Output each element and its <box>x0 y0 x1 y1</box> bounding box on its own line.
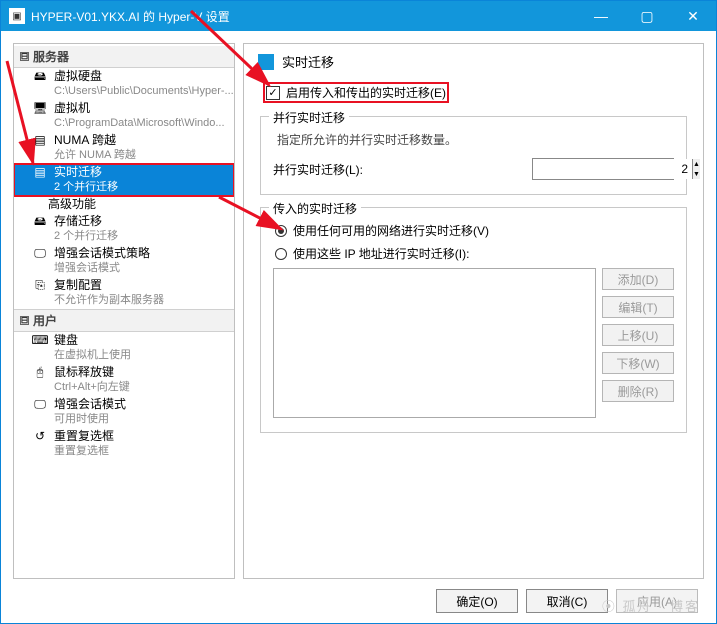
parallel-legend: 并行实时迁移 <box>269 109 349 126</box>
enable-migration-row[interactable]: ✓ 启用传入和传出的实时迁移(E) <box>264 83 448 102</box>
close-button[interactable]: ✕ <box>670 1 716 31</box>
radio-icon[interactable] <box>275 225 287 237</box>
tree-item-icon: 🖵 <box>32 397 48 411</box>
tree-item-icon: ⌨ <box>32 333 48 347</box>
radio-specific-ip[interactable]: 使用这些 IP 地址进行实时迁移(I): <box>275 245 674 262</box>
settings-window: ▣ HYPER-V01.YKX.AI 的 Hyper-V 设置 — ▢ ✕ ⊟ … <box>0 0 717 624</box>
server-section-label: 服务器 <box>33 48 69 65</box>
tree-item[interactable]: 🖵 增强会话模式可用时使用 <box>14 396 234 428</box>
pane-title: 实时迁移 <box>282 52 334 71</box>
tree-item-sublabel: 允许 NUMA 跨越 <box>54 148 136 163</box>
parallel-group: 并行实时迁移 指定所允许的并行实时迁移数量。 并行实时迁移(L): ▲▼ <box>260 116 687 195</box>
radio-any-label: 使用任何可用的网络进行实时迁移(V) <box>293 222 489 239</box>
pane-heading: 实时迁移 <box>258 52 689 71</box>
incoming-group: 传入的实时迁移 使用任何可用的网络进行实时迁移(V) 使用这些 IP 地址进行实… <box>260 207 687 433</box>
tree-item-sublabel: 在虚拟机上使用 <box>54 348 131 363</box>
tree-item[interactable]: 高级功能 <box>14 196 234 213</box>
parallel-desc: 指定所允许的并行实时迁移数量。 <box>277 131 674 148</box>
caret-icon[interactable]: ⊟ <box>20 316 29 325</box>
spinner[interactable]: ▲▼ <box>692 159 700 179</box>
parallel-count-value[interactable] <box>533 159 692 179</box>
tree-item-label: 虚拟硬盘 <box>54 69 234 84</box>
tree-item-sublabel: C:\ProgramData\Microsoft\Windo... <box>54 116 225 131</box>
tree-item-sublabel: Ctrl+Alt+向左键 <box>54 380 130 395</box>
tree-item-sublabel: 增强会话模式 <box>54 261 150 276</box>
tree-item[interactable]: ▤ NUMA 跨越允许 NUMA 跨越 <box>14 132 234 164</box>
tree-item[interactable]: ⎘ 复制配置不允许作为副本服务器 <box>14 277 234 309</box>
tree-item-sublabel: 不允许作为副本服务器 <box>54 293 164 308</box>
tree-item-sublabel: 可用时使用 <box>54 412 126 427</box>
ip-list-row: 添加(D) 编辑(T) 上移(U) 下移(W) 删除(R) <box>273 268 674 418</box>
user-section-header[interactable]: ⊟ 用户 <box>14 309 234 332</box>
tree-item-sublabel: 2 个并行迁移 <box>54 180 118 195</box>
tree-item-label: 增强会话模式策略 <box>54 246 150 261</box>
tree-item-icon: ▤ <box>32 165 48 179</box>
tree-item-label: 键盘 <box>54 333 131 348</box>
tree-item-sublabel: 2 个并行迁移 <box>54 229 118 244</box>
remove-button: 删除(R) <box>602 380 674 402</box>
radio-ip-label: 使用这些 IP 地址进行实时迁移(I): <box>293 245 469 262</box>
content-pane: 实时迁移 ✓ 启用传入和传出的实时迁移(E) 并行实时迁移 指定所允许的并行实时… <box>243 43 704 579</box>
tree-item[interactable]: 🖥 虚拟机C:\ProgramData\Microsoft\Windo... <box>14 100 234 132</box>
tree-item[interactable]: ⌨ 键盘在虚拟机上使用 <box>14 332 234 364</box>
tree-item-sublabel: 重置复选框 <box>54 444 114 459</box>
moveup-button: 上移(U) <box>602 324 674 346</box>
tree-item-icon: 🖵 <box>32 246 48 260</box>
tree-item-label: 高级功能 <box>48 197 96 212</box>
tree-item-label: 存储迁移 <box>54 214 118 229</box>
movedown-button: 下移(W) <box>602 352 674 374</box>
tree-item-icon: 🖰 <box>32 365 48 379</box>
tree-item-icon: ↺ <box>32 429 48 443</box>
window-title: HYPER-V01.YKX.AI 的 Hyper-V 设置 <box>31 8 578 25</box>
live-migration-icon <box>258 54 274 70</box>
radio-any-network[interactable]: 使用任何可用的网络进行实时迁移(V) <box>275 222 674 239</box>
user-section-label: 用户 <box>33 312 57 329</box>
tree-item[interactable]: 🖰 鼠标释放键Ctrl+Alt+向左键 <box>14 364 234 396</box>
tree-item[interactable]: ↺ 重置复选框重置复选框 <box>14 428 234 460</box>
tree-item-sublabel: C:\Users\Public\Documents\Hyper-... <box>54 84 234 99</box>
app-icon: ▣ <box>9 8 25 24</box>
spin-up-icon[interactable]: ▲ <box>693 159 700 169</box>
spin-down-icon[interactable]: ▼ <box>693 169 700 179</box>
tree-item[interactable]: 🖴 虚拟硬盘C:\Users\Public\Documents\Hyper-... <box>14 68 234 100</box>
tree-item-icon: 🖴 <box>32 214 48 228</box>
cancel-button[interactable]: 取消(C) <box>526 589 608 613</box>
tree-item-label: 虚拟机 <box>54 101 225 116</box>
tree-item-label: NUMA 跨越 <box>54 133 136 148</box>
titlebar: ▣ HYPER-V01.YKX.AI 的 Hyper-V 设置 — ▢ ✕ <box>1 1 716 31</box>
enable-migration-label: 启用传入和传出的实时迁移(E) <box>286 84 446 101</box>
ip-listbox[interactable] <box>273 268 596 418</box>
tree-item-label: 鼠标释放键 <box>54 365 130 380</box>
parallel-field-label: 并行实时迁移(L): <box>273 161 383 178</box>
edit-button: 编辑(T) <box>602 296 674 318</box>
minimize-button[interactable]: — <box>578 1 624 31</box>
tree-item[interactable]: 🖵 增强会话模式策略增强会话模式 <box>14 245 234 277</box>
radio-icon[interactable] <box>275 248 287 260</box>
tree-item-label: 重置复选框 <box>54 429 114 444</box>
window-buttons: — ▢ ✕ <box>578 1 716 31</box>
server-section-header[interactable]: ⊟ 服务器 <box>14 46 234 68</box>
maximize-button[interactable]: ▢ <box>624 1 670 31</box>
tree-item-label: 实时迁移 <box>54 165 118 180</box>
add-button: 添加(D) <box>602 268 674 290</box>
tree-item-label: 复制配置 <box>54 278 164 293</box>
ok-button[interactable]: 确定(O) <box>436 589 518 613</box>
tree-item-icon: ⎘ <box>32 278 48 292</box>
tree-item-icon: 🖴 <box>32 69 48 83</box>
tree-item-icon: 🖥 <box>32 101 48 115</box>
ip-buttons: 添加(D) 编辑(T) 上移(U) 下移(W) 删除(R) <box>602 268 674 418</box>
tree-item-icon: ▤ <box>32 133 48 147</box>
tree-item[interactable]: ▤ 实时迁移2 个并行迁移 <box>14 164 234 196</box>
panes: ⊟ 服务器 🖴 虚拟硬盘C:\Users\Public\Documents\Hyp… <box>1 31 716 579</box>
tree-item-label: 增强会话模式 <box>54 397 126 412</box>
caret-icon[interactable]: ⊟ <box>20 52 29 61</box>
body: ⊟ 服务器 🖴 虚拟硬盘C:\Users\Public\Documents\Hyp… <box>1 31 716 623</box>
parallel-count-input[interactable]: ▲▼ <box>532 158 674 180</box>
watermark: ⦿ 孤舟 · 博客 <box>602 596 700 615</box>
enable-migration-checkbox[interactable]: ✓ <box>266 86 280 100</box>
parallel-field-row: 并行实时迁移(L): ▲▼ <box>273 158 674 180</box>
incoming-legend: 传入的实时迁移 <box>269 200 361 217</box>
nav-tree[interactable]: ⊟ 服务器 🖴 虚拟硬盘C:\Users\Public\Documents\Hyp… <box>13 43 235 579</box>
tree-item[interactable]: 🖴 存储迁移2 个并行迁移 <box>14 213 234 245</box>
